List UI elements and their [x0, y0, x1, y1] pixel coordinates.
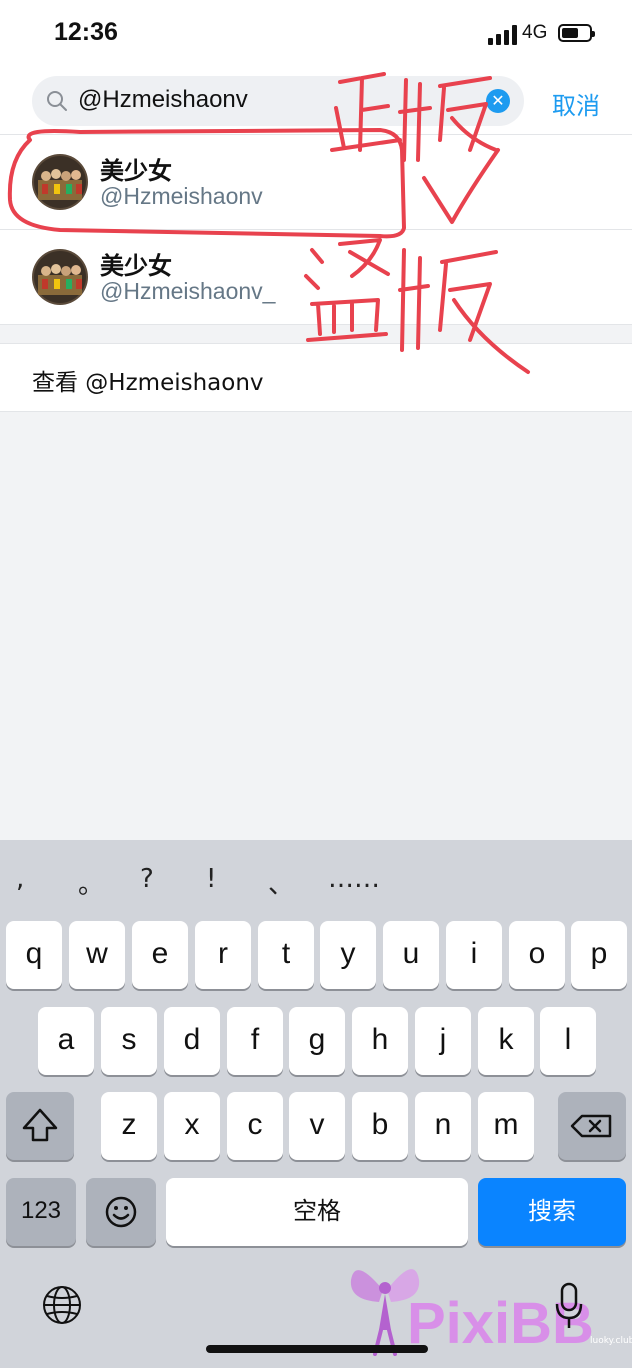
globe-icon[interactable]: [42, 1285, 82, 1325]
key-u[interactable]: u: [383, 921, 439, 989]
punctuation-bar: , 。 ? ! 、 ……: [0, 840, 632, 916]
result-handle: @Hzmeishaonv: [100, 183, 263, 209]
view-profile-label: 查看 @Hzmeishaonv: [32, 370, 264, 396]
result-row-1[interactable]: 美少女 @Hzmeishaonv: [0, 135, 632, 230]
key-z[interactable]: z: [101, 1092, 157, 1160]
key-c[interactable]: c: [227, 1092, 283, 1160]
search-bar: @Hzmeishaonv ✕ 取消: [0, 64, 632, 135]
view-profile-row[interactable]: 查看 @Hzmeishaonv: [0, 343, 632, 412]
search-query[interactable]: @Hzmeishaonv: [78, 86, 248, 114]
shift-key[interactable]: [6, 1092, 74, 1160]
avatar: [32, 249, 88, 305]
key-y[interactable]: y: [320, 921, 376, 989]
key-t[interactable]: t: [258, 921, 314, 989]
key-g[interactable]: g: [289, 1007, 345, 1075]
key-v[interactable]: v: [289, 1092, 345, 1160]
result-name: 美少女: [100, 157, 172, 185]
key-q[interactable]: q: [6, 921, 62, 989]
cancel-button[interactable]: 取消: [552, 86, 600, 121]
search-results: 美少女 @Hzmeishaonv 美少女 @Hzmeishaonv_: [0, 135, 632, 325]
punct-key[interactable]: 、: [268, 864, 294, 901]
status-bar: 12:36 4G: [0, 0, 632, 64]
battery-fill: [562, 28, 578, 38]
key-n[interactable]: n: [415, 1092, 471, 1160]
key-k[interactable]: k: [478, 1007, 534, 1075]
result-row-2[interactable]: 美少女 @Hzmeishaonv_: [0, 230, 632, 325]
backspace-icon: [570, 1114, 612, 1138]
key-e[interactable]: e: [132, 921, 188, 989]
watermark-small-text: luoky.club: [590, 1336, 632, 1346]
search-input[interactable]: @Hzmeishaonv ✕: [32, 76, 524, 126]
key-a[interactable]: a: [38, 1007, 94, 1075]
punct-key[interactable]: ?: [140, 864, 154, 894]
key-j[interactable]: j: [415, 1007, 471, 1075]
network-type: 4G: [522, 22, 548, 43]
key-b[interactable]: b: [352, 1092, 408, 1160]
key-m[interactable]: m: [478, 1092, 534, 1160]
punct-key[interactable]: 。: [78, 864, 104, 901]
keyboard: , 。 ? ! 、 …… q w e r t y u i o p a s d f…: [0, 840, 632, 1368]
key-l[interactable]: l: [540, 1007, 596, 1075]
key-w[interactable]: w: [69, 921, 125, 989]
result-handle: @Hzmeishaonv_: [100, 278, 276, 304]
space-key[interactable]: 空格: [166, 1178, 468, 1246]
result-name: 美少女: [100, 252, 172, 280]
shift-icon: [22, 1108, 58, 1142]
emoji-icon: [105, 1196, 137, 1228]
numbers-key[interactable]: 123: [6, 1178, 76, 1246]
key-f[interactable]: f: [227, 1007, 283, 1075]
search-key[interactable]: 搜索: [478, 1178, 626, 1246]
signal-icon: [488, 25, 517, 45]
battery-icon: [558, 24, 595, 42]
avatar: [32, 154, 88, 210]
key-p[interactable]: p: [571, 921, 627, 989]
key-x[interactable]: x: [164, 1092, 220, 1160]
key-s[interactable]: s: [101, 1007, 157, 1075]
key-r[interactable]: r: [195, 921, 251, 989]
search-icon: [47, 91, 67, 111]
microphone-icon[interactable]: [554, 1282, 584, 1330]
emoji-key[interactable]: [86, 1178, 156, 1246]
delete-key[interactable]: [558, 1092, 626, 1160]
punct-key[interactable]: ,: [16, 864, 24, 894]
key-h[interactable]: h: [352, 1007, 408, 1075]
clear-icon[interactable]: ✕: [486, 89, 510, 113]
punct-key[interactable]: ……: [328, 864, 380, 894]
key-i[interactable]: i: [446, 921, 502, 989]
key-d[interactable]: d: [164, 1007, 220, 1075]
home-indicator[interactable]: [206, 1345, 428, 1353]
key-o[interactable]: o: [509, 921, 565, 989]
status-time: 12:36: [54, 18, 118, 46]
section-gap: [0, 325, 632, 343]
punct-key[interactable]: !: [206, 864, 216, 894]
